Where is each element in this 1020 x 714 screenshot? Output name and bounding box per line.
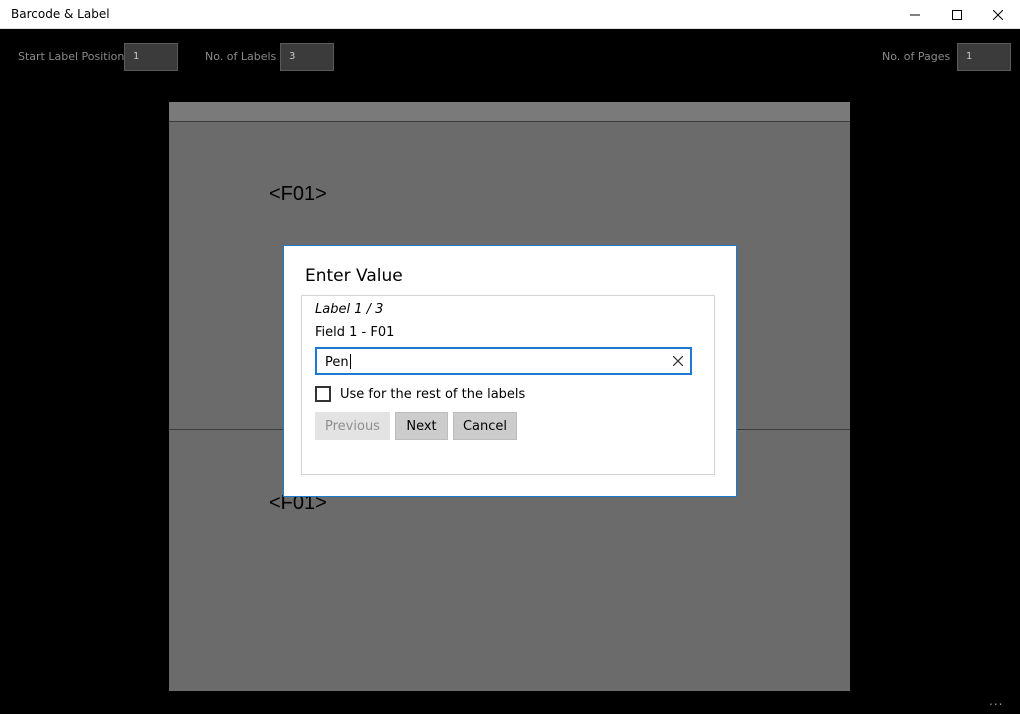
no-of-labels-label: No. of Labels — [205, 50, 277, 63]
dialog-panel: Label 1 / 3 Field 1 - F01 Pen Use for th… — [301, 295, 715, 475]
value-input[interactable]: Pen — [315, 347, 692, 375]
close-icon — [673, 356, 683, 366]
field-name: Field 1 - F01 — [315, 325, 395, 340]
value-input-text: Pen — [325, 354, 351, 370]
canvas-top-strip — [169, 102, 850, 122]
dialog-title: Enter Value — [305, 266, 403, 286]
cancel-button[interactable]: Cancel — [453, 412, 517, 440]
previous-button[interactable]: Previous — [315, 412, 390, 440]
close-button[interactable] — [977, 0, 1019, 29]
title-bar: Barcode & Label — [0, 0, 1020, 29]
start-label-position-label: Start Label Position — [18, 50, 125, 63]
maximize-icon — [952, 9, 962, 20]
next-button[interactable]: Next — [395, 412, 448, 440]
use-for-rest-label: Use for the rest of the labels — [340, 386, 526, 402]
enter-value-dialog: Enter Value Label 1 / 3 Field 1 - F01 Pe… — [283, 245, 737, 497]
minimize-button[interactable] — [894, 0, 936, 29]
more-options-button[interactable]: ... — [989, 694, 1003, 708]
maximize-button[interactable] — [936, 0, 978, 29]
minimize-icon — [910, 14, 920, 15]
label-counter: Label 1 / 3 — [315, 302, 384, 317]
close-icon — [993, 9, 1003, 20]
field-placeholder: <F01> — [269, 183, 327, 205]
app-title: Barcode & Label — [11, 7, 110, 21]
use-for-rest-row[interactable]: Use for the rest of the labels — [315, 384, 525, 404]
no-of-pages-input[interactable]: 1 — [957, 43, 1011, 71]
use-for-rest-checkbox[interactable] — [315, 386, 331, 402]
clear-button[interactable] — [668, 351, 688, 371]
no-of-labels-input[interactable]: 3 — [280, 43, 334, 71]
no-of-pages-label: No. of Pages — [882, 50, 951, 63]
start-label-position-input[interactable]: 1 — [124, 43, 178, 71]
